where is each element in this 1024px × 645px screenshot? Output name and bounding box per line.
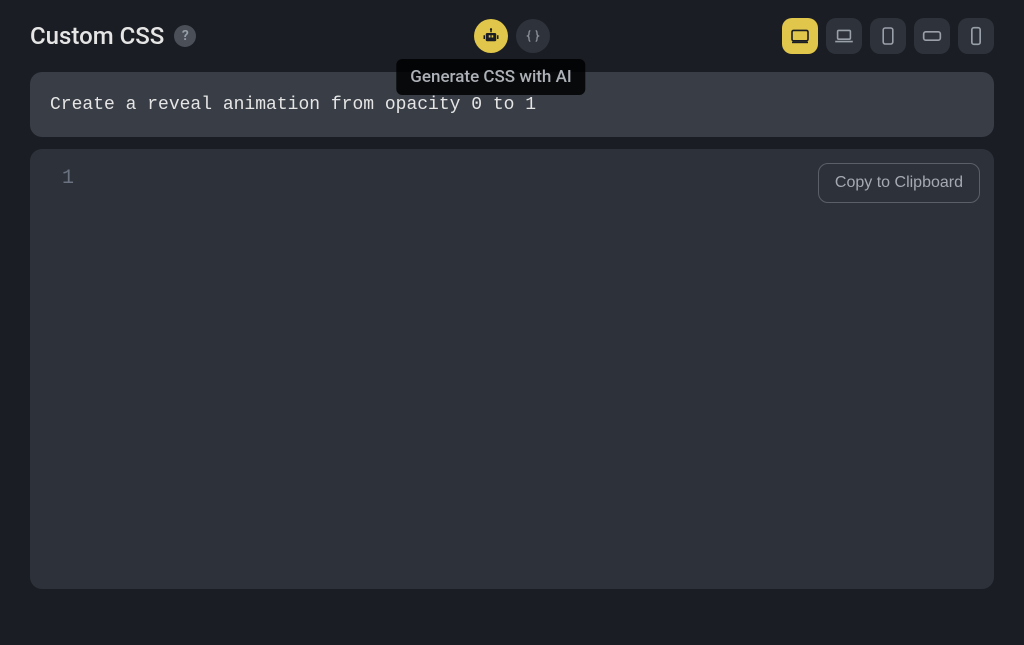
title-group: Custom CSS ? bbox=[30, 22, 196, 50]
help-glyph: ? bbox=[182, 28, 189, 44]
device-buttons bbox=[782, 18, 994, 54]
code-editor[interactable]: 1 Copy to Clipboard bbox=[30, 149, 994, 589]
header: Custom CSS ? Generate CSS with AI bbox=[0, 0, 1024, 72]
ai-tooltip: Generate CSS with AI bbox=[396, 59, 585, 95]
page-title: Custom CSS bbox=[30, 22, 164, 50]
phone-landscape-icon bbox=[922, 29, 942, 43]
laptop-device-button[interactable] bbox=[826, 18, 862, 54]
phone-icon bbox=[969, 26, 983, 46]
tablet-icon bbox=[880, 26, 896, 46]
robot-icon bbox=[482, 27, 500, 45]
tablet-device-button[interactable] bbox=[870, 18, 906, 54]
ai-generate-button[interactable] bbox=[474, 19, 508, 53]
desktop-device-button[interactable] bbox=[782, 18, 818, 54]
code-body[interactable] bbox=[80, 149, 994, 589]
phone-landscape-device-button[interactable] bbox=[914, 18, 950, 54]
tooltip-text: Generate CSS with AI bbox=[410, 67, 571, 87]
gutter: 1 bbox=[30, 149, 80, 589]
phone-device-button[interactable] bbox=[958, 18, 994, 54]
copy-clipboard-button[interactable]: Copy to Clipboard bbox=[818, 163, 980, 203]
braces-icon bbox=[525, 28, 541, 44]
center-mode-buttons: Generate CSS with AI bbox=[474, 19, 550, 53]
content-area: 1 Copy to Clipboard bbox=[0, 72, 1024, 589]
ai-button-wrapper: Generate CSS with AI bbox=[474, 19, 508, 53]
code-mode-button[interactable] bbox=[516, 19, 550, 53]
line-number: 1 bbox=[30, 167, 80, 190]
ai-prompt-input[interactable] bbox=[50, 95, 974, 115]
desktop-icon bbox=[790, 28, 810, 44]
laptop-icon bbox=[834, 28, 854, 44]
help-icon[interactable]: ? bbox=[174, 25, 196, 47]
